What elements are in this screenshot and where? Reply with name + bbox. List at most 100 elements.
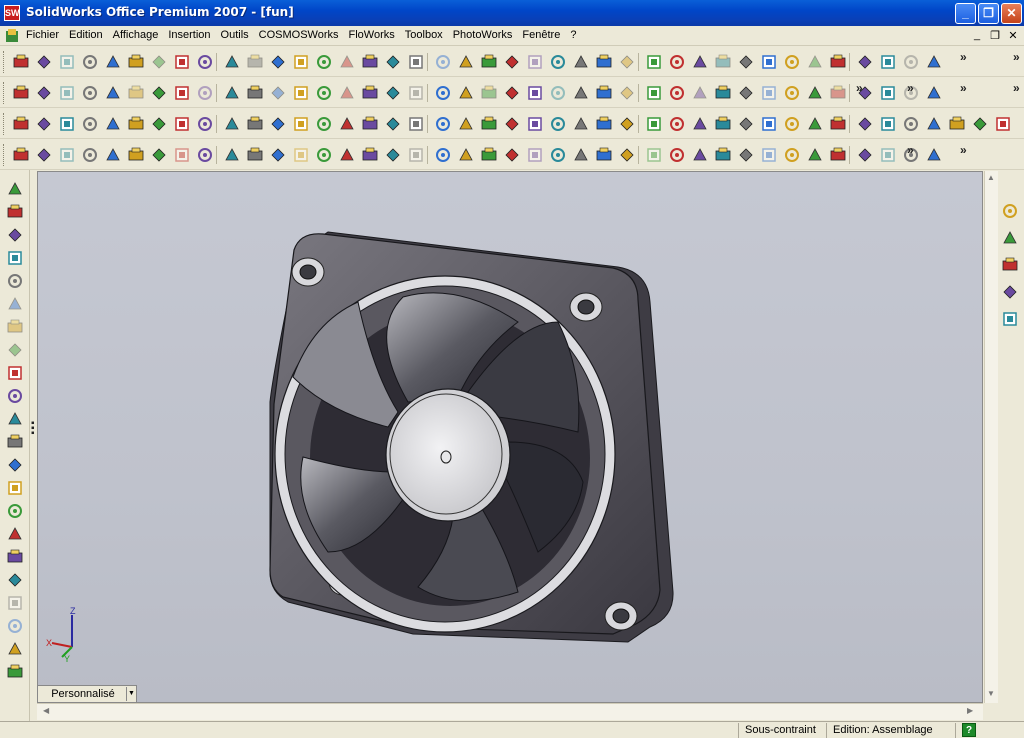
sketch-tool-19-icon[interactable]	[434, 146, 452, 164]
features-tool-26-icon[interactable]	[595, 115, 613, 133]
sketch-tool-26-icon[interactable]	[595, 146, 613, 164]
task-pane-tab-5-icon[interactable]	[1001, 310, 1019, 328]
features-tool-1-icon[interactable]	[12, 115, 30, 133]
features-tool-5-icon[interactable]	[104, 115, 122, 133]
toolbar-overflow-icon[interactable]: »	[907, 81, 914, 95]
standard-tool-15-icon[interactable]	[338, 53, 356, 71]
features-tool-24-icon[interactable]	[549, 115, 567, 133]
menu-help[interactable]: ?	[570, 29, 576, 41]
features-tool-27-icon[interactable]	[618, 115, 636, 133]
features-tool-4-icon[interactable]	[81, 115, 99, 133]
features-tool-12-icon[interactable]	[269, 115, 287, 133]
scroll-left-icon[interactable]: ◀	[43, 706, 49, 715]
assembly-tool-11-icon[interactable]	[6, 410, 24, 428]
view-tool-34-icon[interactable]	[783, 84, 801, 102]
view-tool-26-icon[interactable]	[595, 84, 613, 102]
features-tool-14-icon[interactable]	[315, 115, 333, 133]
toolbar-overflow-icon[interactable]: »	[960, 81, 967, 95]
sketch-tool-37-icon[interactable]	[856, 146, 874, 164]
tab-personnalise[interactable]: Personnalisé	[40, 687, 126, 701]
features-tool-41-icon[interactable]	[948, 115, 966, 133]
view-tool-18-icon[interactable]	[407, 84, 425, 102]
assembly-tool-20-icon[interactable]	[6, 617, 24, 635]
standard-tool-7-icon[interactable]	[150, 53, 168, 71]
assembly-tool-5-icon[interactable]	[6, 272, 24, 290]
standard-tool-28-icon[interactable]	[645, 53, 663, 71]
menu-edition[interactable]: Edition	[69, 29, 103, 41]
features-tool-3-icon[interactable]	[58, 115, 76, 133]
features-tool-35-icon[interactable]	[806, 115, 824, 133]
doc-close-button[interactable]: ✕	[1006, 29, 1020, 42]
assembly-tool-14-icon[interactable]	[6, 479, 24, 497]
sketch-tool-17-icon[interactable]	[384, 146, 402, 164]
view-tool-21-icon[interactable]	[480, 84, 498, 102]
view-tool-30-icon[interactable]	[691, 84, 709, 102]
sketch-tool-8-icon[interactable]	[173, 146, 191, 164]
vertical-scrollbar[interactable]: ▲ ▼	[984, 171, 998, 703]
features-tool-38-icon[interactable]	[879, 115, 897, 133]
assembly-tool-15-icon[interactable]	[6, 502, 24, 520]
standard-tool-14-icon[interactable]	[315, 53, 333, 71]
view-tool-6-icon[interactable]	[127, 84, 145, 102]
menu-fichier[interactable]: Fichier	[26, 29, 59, 41]
standard-tool-3-icon[interactable]	[58, 53, 76, 71]
features-tool-7-icon[interactable]	[150, 115, 168, 133]
view-tool-35-icon[interactable]	[806, 84, 824, 102]
standard-tool-9-icon[interactable]	[196, 53, 214, 71]
standard-tool-24-icon[interactable]	[549, 53, 567, 71]
view-tool-14-icon[interactable]	[315, 84, 333, 102]
view-tool-4-icon[interactable]	[81, 84, 99, 102]
features-tool-31-icon[interactable]	[714, 115, 732, 133]
assembly-tool-12-icon[interactable]	[6, 433, 24, 451]
menu-fenetre[interactable]: Fenêtre	[522, 29, 560, 41]
scroll-up-icon[interactable]: ▲	[987, 173, 995, 182]
assembly-tool-18-icon[interactable]	[6, 571, 24, 589]
standard-tool-21-icon[interactable]	[480, 53, 498, 71]
sketch-tool-14-icon[interactable]	[315, 146, 333, 164]
features-tool-23-icon[interactable]	[526, 115, 544, 133]
features-tool-15-icon[interactable]	[338, 115, 356, 133]
sketch-tool-30-icon[interactable]	[691, 146, 709, 164]
features-tool-19-icon[interactable]	[434, 115, 452, 133]
scroll-right-icon[interactable]: ▶	[967, 706, 973, 715]
view-tool-7-icon[interactable]	[150, 84, 168, 102]
view-tool-16-icon[interactable]	[361, 84, 379, 102]
horizontal-scrollbar[interactable]: ◀ ▶	[37, 703, 983, 720]
features-tool-25-icon[interactable]	[572, 115, 590, 133]
sketch-tool-16-icon[interactable]	[361, 146, 379, 164]
standard-tool-40-icon[interactable]	[925, 53, 943, 71]
standard-tool-10-icon[interactable]	[223, 53, 241, 71]
toolbar-overflow-icon[interactable]: »	[907, 143, 914, 157]
toolbar-overflow-icon[interactable]: »	[960, 143, 967, 157]
features-tool-20-icon[interactable]	[457, 115, 475, 133]
standard-tool-25-icon[interactable]	[572, 53, 590, 71]
standard-tool-33-icon[interactable]	[760, 53, 778, 71]
sketch-tool-5-icon[interactable]	[104, 146, 122, 164]
sketch-tool-38-icon[interactable]	[879, 146, 897, 164]
standard-tool-13-icon[interactable]	[292, 53, 310, 71]
standard-tool-34-icon[interactable]	[783, 53, 801, 71]
view-tool-22-icon[interactable]	[503, 84, 521, 102]
sketch-tool-35-icon[interactable]	[806, 146, 824, 164]
standard-tool-18-icon[interactable]	[407, 53, 425, 71]
toolbar-overflow-icon[interactable]: »	[960, 50, 967, 64]
doc-minimize-button[interactable]: _	[970, 29, 984, 42]
sketch-tool-2-icon[interactable]	[35, 146, 53, 164]
features-tool-22-icon[interactable]	[503, 115, 521, 133]
assembly-tool-19-icon[interactable]	[6, 594, 24, 612]
features-tool-18-icon[interactable]	[407, 115, 425, 133]
view-tool-11-icon[interactable]	[246, 84, 264, 102]
standard-tool-8-icon[interactable]	[173, 53, 191, 71]
standard-tool-35-icon[interactable]	[806, 53, 824, 71]
sketch-tool-33-icon[interactable]	[760, 146, 778, 164]
sketch-tool-9-icon[interactable]	[196, 146, 214, 164]
standard-tool-6-icon[interactable]	[127, 53, 145, 71]
standard-tool-37-icon[interactable]	[856, 53, 874, 71]
standard-tool-20-icon[interactable]	[457, 53, 475, 71]
assembly-tool-10-icon[interactable]	[6, 387, 24, 405]
sketch-tool-25-icon[interactable]	[572, 146, 590, 164]
features-tool-39-icon[interactable]	[902, 115, 920, 133]
toolbar-overflow-icon[interactable]: »	[856, 81, 863, 95]
assembly-tool-6-icon[interactable]	[6, 295, 24, 313]
view-tool-9-icon[interactable]	[196, 84, 214, 102]
